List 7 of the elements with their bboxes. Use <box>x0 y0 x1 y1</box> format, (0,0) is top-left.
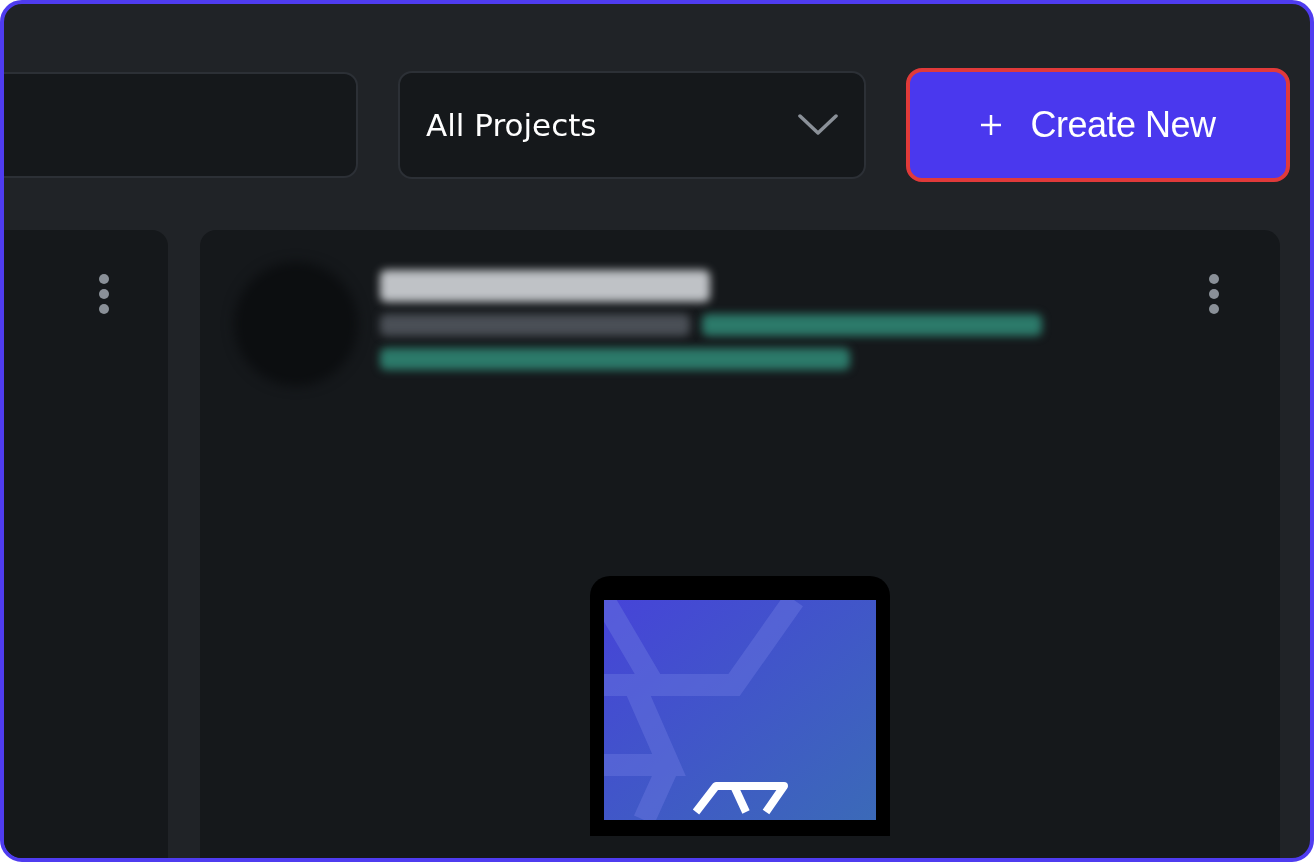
more-options-icon[interactable] <box>98 273 110 315</box>
project-filter-dropdown[interactable]: All Projects <box>398 71 866 179</box>
plus-icon <box>980 114 1003 136</box>
search-field[interactable] <box>4 72 358 178</box>
create-new-button[interactable]: Create New <box>906 68 1290 182</box>
more-options-icon[interactable] <box>1208 273 1220 315</box>
chevron-down-icon <box>798 114 838 136</box>
